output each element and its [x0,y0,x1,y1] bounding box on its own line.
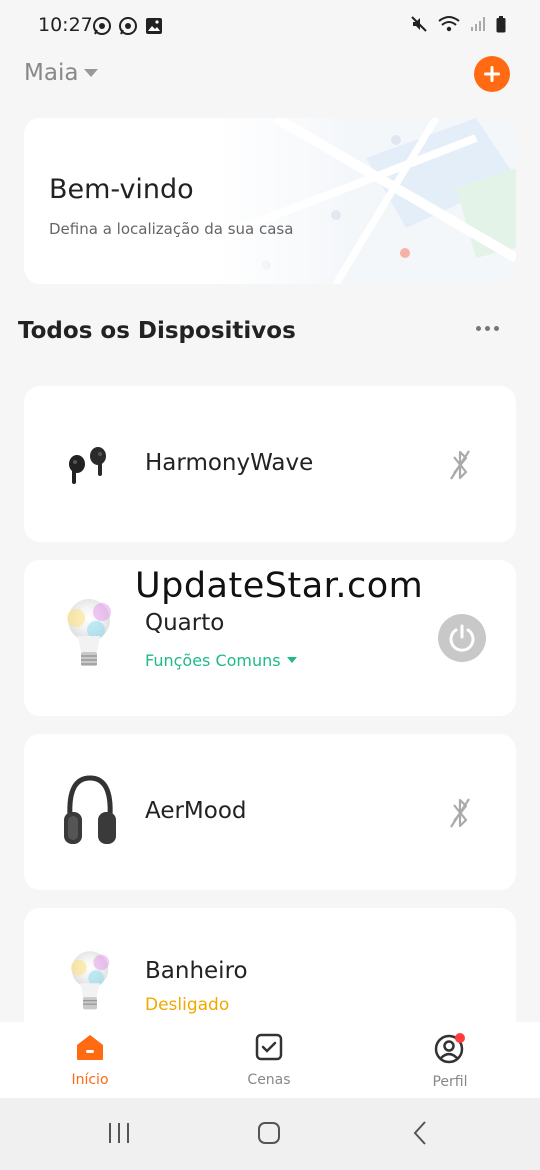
add-device-button[interactable] [474,56,510,92]
caret-down-icon [84,69,99,77]
profile-icon [434,1033,465,1064]
tab-home[interactable]: Início [40,1032,140,1088]
status-bar: 10:27 [0,0,540,52]
checkbox-icon [255,1033,283,1061]
tab-profile[interactable]: Perfil [400,1032,500,1090]
bottom-tab-bar: Início Cenas Perfil [0,1022,540,1098]
dot-icon [485,326,490,331]
recent-apps-icon[interactable] [106,1120,132,1146]
device-name: Banheiro [145,958,248,984]
system-icons [410,15,506,33]
map-illustration [216,118,516,284]
wifi-icon [438,16,460,32]
notification-badge [455,1033,465,1043]
home-button-icon[interactable] [256,1120,282,1146]
tab-profile-label: Perfil [432,1074,468,1090]
battery-icon [496,15,506,32]
common-functions-label: Funções Comuns [145,651,281,670]
section-title: Todos os Dispositivos [18,318,296,344]
device-card[interactable]: HarmonyWave [24,386,516,542]
watermark-text: UpdateStar.com [135,566,424,606]
status-time: 10:27 [38,14,93,36]
back-icon[interactable] [410,1120,430,1146]
tab-scenes[interactable]: Cenas [219,1032,319,1088]
tab-home-label: Início [71,1072,109,1088]
power-icon [449,624,475,652]
more-options-button[interactable] [476,326,499,331]
mute-icon [411,16,427,32]
earbuds-icon [69,447,106,484]
plus-icon [484,66,500,82]
whatsapp-icon [93,17,111,35]
headphones-icon [64,775,116,844]
caret-down-icon [286,657,297,663]
light-bulb-icon [70,951,110,1010]
dot-icon [494,326,499,331]
device-name: HarmonyWave [145,450,314,476]
welcome-subtitle: Defina a localização da sua casa [49,220,294,238]
signal-icon [471,17,485,31]
welcome-card[interactable]: Bem-vindo Defina a localização da sua ca… [24,118,516,284]
system-navigation-bar [0,1098,540,1170]
light-bulb-icon [67,599,111,666]
home-name-label: Maia [24,60,79,86]
home-selector[interactable]: Maia [24,60,99,86]
welcome-title: Bem-vindo [49,174,194,205]
whatsapp-icon [119,17,137,35]
notification-icons [92,16,164,36]
tab-scenes-label: Cenas [247,1072,291,1088]
bluetooth-disconnected-icon [450,450,470,480]
power-button[interactable] [438,614,486,662]
gallery-icon [146,18,162,34]
home-icon [77,1035,103,1060]
device-status: Desligado [145,995,230,1015]
device-name: Quarto [145,610,225,636]
common-functions-dropdown[interactable]: Funções Comuns [145,651,297,670]
device-name: AerMood [145,798,247,824]
device-card[interactable]: AerMood [24,734,516,890]
bluetooth-disconnected-icon [450,798,470,828]
dot-icon [476,326,481,331]
